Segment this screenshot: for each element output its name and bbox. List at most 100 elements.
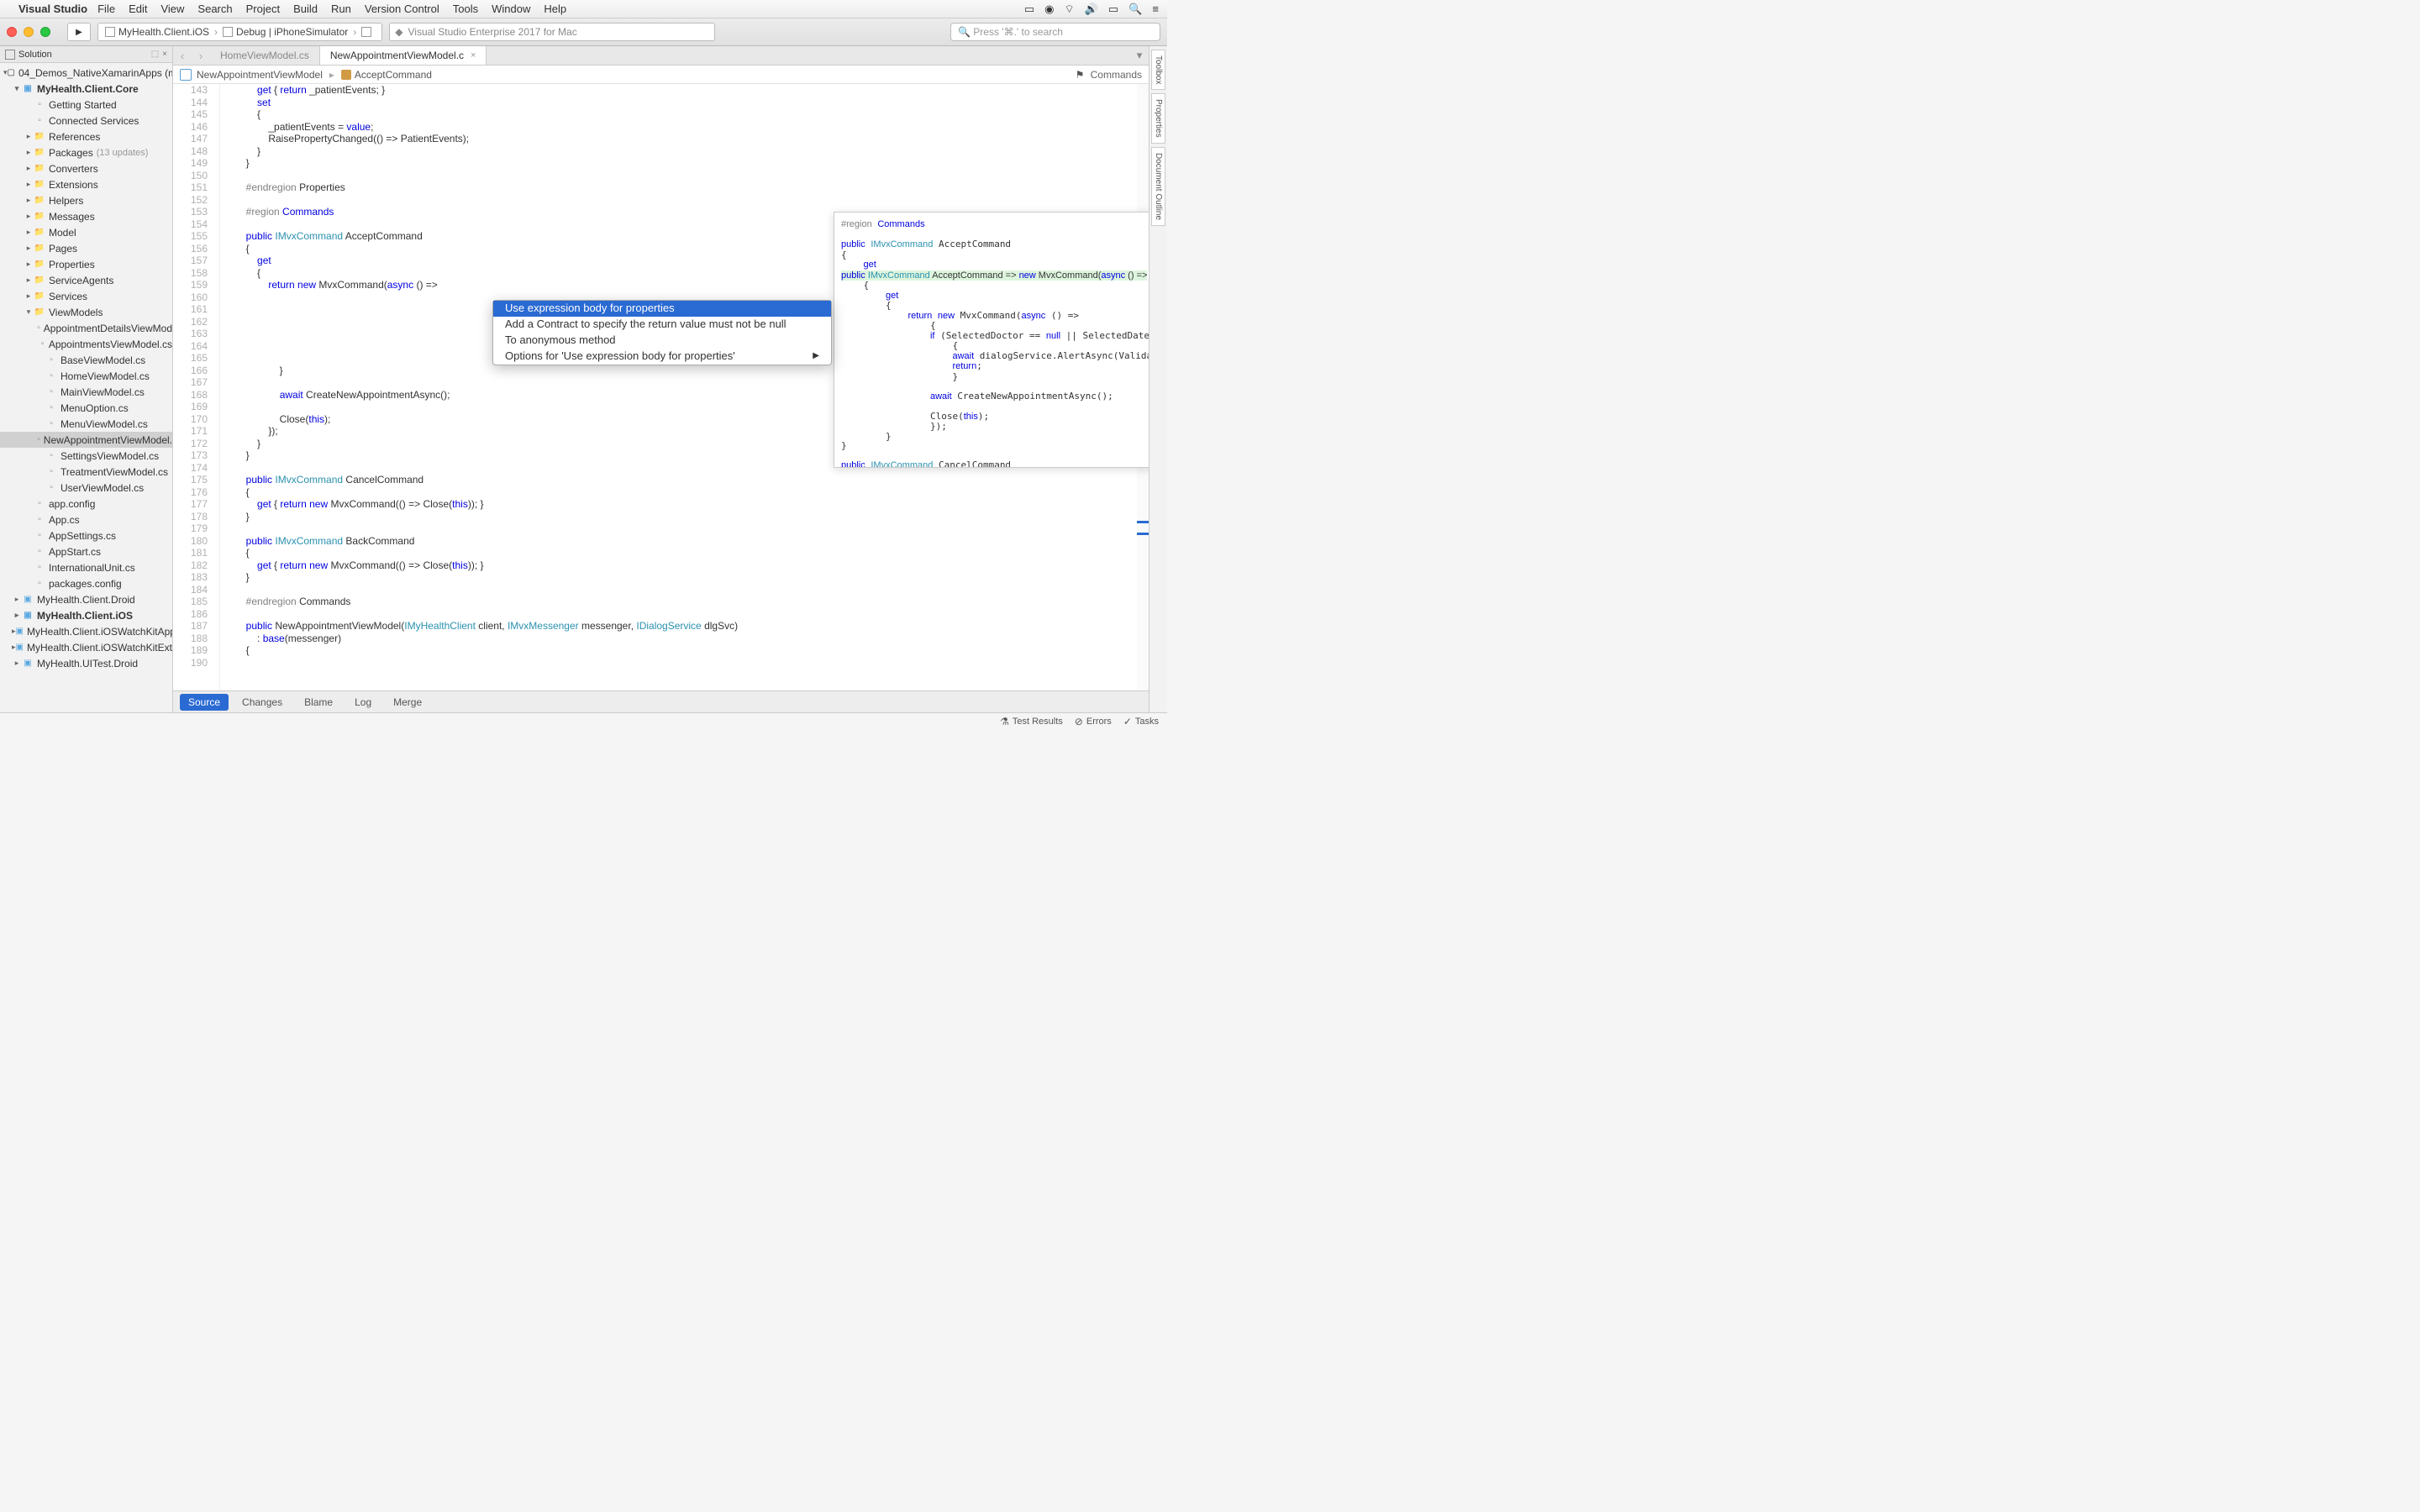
device-icon [361, 27, 371, 37]
solution-pad: Solution ⬚ × ▾ ▢ 04_Demos_NativeXamarinA… [0, 46, 173, 712]
breadcrumb-class[interactable]: NewAppointmentViewModel [197, 69, 323, 81]
tab-newappointmentviewmodel[interactable]: NewAppointmentViewModel.c × [320, 46, 487, 65]
tree-item[interactable]: ▸📁Helpers [0, 192, 172, 208]
close-tab-button[interactable]: × [471, 50, 476, 60]
rail-tab-properties[interactable]: Properties [1151, 93, 1165, 144]
bottom-tab-merge[interactable]: Merge [385, 694, 430, 711]
menu-icon[interactable]: ≡ [1152, 3, 1159, 15]
solution-tree[interactable]: ▾ ▢ 04_Demos_NativeXamarinApps (mas ▾▣My… [0, 63, 172, 712]
run-configuration-selector[interactable]: MyHealth.Client.iOS › Debug | iPhoneSimu… [97, 23, 382, 41]
tree-item[interactable]: ▫Getting Started [0, 97, 172, 113]
app-name[interactable]: Visual Studio [18, 3, 87, 15]
bluetooth-icon[interactable]: ⌔ [1065, 3, 1075, 16]
configuration: Debug | iPhoneSimulator [236, 26, 348, 38]
breadcrumb-right[interactable]: ⚑ Commands [1076, 69, 1142, 81]
menu-tools[interactable]: Tools [453, 3, 478, 15]
tree-item[interactable]: ▸📁Converters [0, 160, 172, 176]
menu-search[interactable]: Search [197, 3, 232, 15]
pad-dock-button[interactable]: ⬚ [151, 50, 159, 59]
tree-item[interactable]: ▸📁Pages [0, 240, 172, 256]
quickfix-item-anonymous-method[interactable]: To anonymous method [493, 333, 831, 349]
breadcrumb-member[interactable]: AcceptCommand [355, 69, 432, 81]
tree-item[interactable]: ▸▣MyHealth.UITest.Droid [0, 655, 172, 671]
menu-version-control[interactable]: Version Control [365, 3, 439, 15]
tree-item[interactable]: ▫Connected Services [0, 113, 172, 129]
flask-icon: ⚗ [1000, 716, 1009, 727]
display-icon[interactable]: ▭ [1108, 3, 1118, 16]
wifi-icon[interactable]: ◉ [1044, 3, 1054, 16]
tree-item[interactable]: ▫packages.config [0, 575, 172, 591]
tree-item[interactable]: ▫BaseViewModel.cs [0, 352, 172, 368]
volume-icon[interactable]: 🔊 [1085, 3, 1098, 16]
code-editor[interactable]: 143 144 145 146 147 148 149 150 151 152 … [173, 84, 1149, 690]
tree-item[interactable]: ▫App.cs [0, 512, 172, 528]
tab-homeviewmodel[interactable]: HomeViewModel.cs [210, 46, 320, 65]
tree-item[interactable]: ▫SettingsViewModel.cs [0, 448, 172, 464]
tree-item[interactable]: ▸📁Properties [0, 256, 172, 272]
menu-file[interactable]: File [97, 3, 115, 15]
spotlight-icon[interactable]: 🔍 [1128, 3, 1142, 16]
status-search[interactable]: ◆ Visual Studio Enterprise 2017 for Mac [389, 23, 715, 41]
status-test-results[interactable]: ⚗Test Results [1000, 716, 1063, 727]
tree-item[interactable]: ▸▣MyHealth.Client.iOS [0, 607, 172, 623]
quickfix-item-expression-body[interactable]: Use expression body for properties [493, 301, 831, 317]
tree-item[interactable]: ▫MenuViewModel.cs [0, 416, 172, 432]
tree-item[interactable]: ▸📁Packages(13 updates) [0, 144, 172, 160]
tree-item[interactable]: ▫MenuOption.cs [0, 400, 172, 416]
solution-pad-header: Solution ⬚ × [0, 46, 172, 63]
tree-item[interactable]: ▸▣MyHealth.Client.iOSWatchKitApp [0, 623, 172, 639]
bottom-tab-blame[interactable]: Blame [296, 694, 341, 711]
menu-project[interactable]: Project [246, 3, 280, 15]
zoom-window-button[interactable] [40, 27, 50, 37]
menu-edit[interactable]: Edit [129, 3, 147, 15]
rail-tab-document-outline[interactable]: Document Outline [1151, 147, 1165, 226]
close-window-button[interactable] [7, 27, 17, 37]
run-button[interactable] [67, 23, 91, 41]
tree-item[interactable]: ▸📁Extensions [0, 176, 172, 192]
status-errors[interactable]: ⊘Errors [1075, 716, 1112, 727]
menu-run[interactable]: Run [331, 3, 351, 15]
macos-menubar: Visual Studio File Edit View Search Proj… [0, 0, 1167, 18]
tree-item[interactable]: ▾📁ViewModels [0, 304, 172, 320]
menu-help[interactable]: Help [544, 3, 566, 15]
bottom-tab-changes[interactable]: Changes [234, 694, 291, 711]
tree-item[interactable]: ▸📁Services [0, 288, 172, 304]
tree-item[interactable]: ▸▣MyHealth.Client.iOSWatchKitExte [0, 639, 172, 655]
tree-item[interactable]: ▸📁Model [0, 224, 172, 240]
tab-overflow-button[interactable]: ▾ [1130, 46, 1149, 65]
editor-zone: ‹ › HomeViewModel.cs NewAppointmentViewM… [173, 46, 1149, 712]
tree-item[interactable]: ▫MainViewModel.cs [0, 384, 172, 400]
tree-item[interactable]: ▫TreatmentViewModel.cs [0, 464, 172, 480]
tree-item[interactable]: ▫NewAppointmentViewModel. [0, 432, 172, 448]
tree-item[interactable]: ▫app.config [0, 496, 172, 512]
tree-item[interactable]: ▫UserViewModel.cs [0, 480, 172, 496]
minimize-window-button[interactable] [24, 27, 34, 37]
tree-item[interactable]: ▫AppointmentsViewModel.cs [0, 336, 172, 352]
bottom-tab-source[interactable]: Source [180, 694, 229, 711]
tree-item[interactable]: ▾▣MyHealth.Client.Core [0, 81, 172, 97]
tree-item[interactable]: ▸📁References [0, 129, 172, 144]
tree-item[interactable]: ▫HomeViewModel.cs [0, 368, 172, 384]
tree-item[interactable]: ▸📁ServiceAgents [0, 272, 172, 288]
menu-window[interactable]: Window [492, 3, 530, 15]
solution-root[interactable]: ▾ ▢ 04_Demos_NativeXamarinApps (mas [0, 65, 172, 81]
check-icon: ✓ [1123, 716, 1132, 727]
global-search-box[interactable]: 🔍 Press '⌘.' to search [950, 23, 1160, 41]
quickfix-item-add-contract[interactable]: Add a Contract to specify the return val… [493, 317, 831, 333]
menu-view[interactable]: View [160, 3, 184, 15]
bottom-tab-log[interactable]: Log [346, 694, 380, 711]
tree-item[interactable]: ▸📁Messages [0, 208, 172, 224]
quickfix-item-options[interactable]: Options for 'Use expression body for pro… [493, 349, 831, 365]
nav-forward-button[interactable]: › [192, 46, 210, 65]
pad-close-button[interactable]: × [162, 50, 167, 59]
tree-item[interactable]: ▫AppSettings.cs [0, 528, 172, 543]
tree-item[interactable]: ▫AppointmentDetailsViewMod [0, 320, 172, 336]
nav-back-button[interactable]: ‹ [173, 46, 192, 65]
status-tasks[interactable]: ✓Tasks [1123, 716, 1159, 727]
menu-build[interactable]: Build [293, 3, 318, 15]
battery-icon[interactable]: ▭ [1024, 3, 1034, 16]
tree-item[interactable]: ▫InternationalUnit.cs [0, 559, 172, 575]
rail-tab-toolbox[interactable]: Toolbox [1151, 50, 1165, 90]
tree-item[interactable]: ▸▣MyHealth.Client.Droid [0, 591, 172, 607]
tree-item[interactable]: ▫AppStart.cs [0, 543, 172, 559]
